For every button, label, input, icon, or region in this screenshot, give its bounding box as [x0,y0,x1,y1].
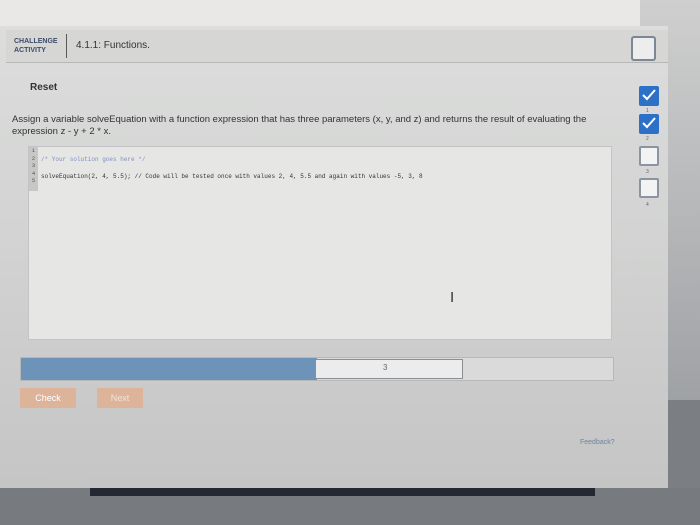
activity-title: 4.1.1: Functions. [76,40,150,51]
challenge-badge: CHALLENGE ACTIVITY [14,34,66,61]
step-summary-icon [631,36,656,61]
step-empty-icon[interactable] [639,178,659,198]
prompt-text: Assign a variable solveEquation with a f… [12,114,587,137]
text-cursor-icon: I [450,289,455,306]
code-editor[interactable]: 1 2 3 4 5 /* Your solution goes here */ … [28,146,612,340]
code-line-comment: /* Your solution goes here */ [41,156,146,163]
badge-line1: CHALLENGE [14,38,58,45]
step-number: 3 [646,169,649,175]
progress-bar: 3 [20,357,614,381]
code-line-call: solveEquation(2, 4, 5.5); // Code will b… [41,173,423,180]
bottom-taskbar [90,488,595,496]
top-window-bar [0,0,700,27]
line-number: 3 [31,162,36,169]
progress-label: 3 [383,363,388,372]
header-divider [66,34,67,58]
step-number: 4 [646,202,649,208]
challenge-header: CHALLENGE ACTIVITY 4.1.1: Functions. [6,30,668,63]
line-number: 5 [31,177,36,184]
line-number: 4 [31,169,36,177]
line-number: 1 [31,147,36,154]
step-complete-icon[interactable] [639,86,659,106]
progress-fill [21,358,317,380]
progress-box [315,359,463,379]
challenge-panel: CHALLENGE ACTIVITY 4.1.1: Functions. Res… [0,26,668,488]
step-number: 2 [646,136,649,142]
line-number: 2 [31,154,36,162]
line-gutter: 1 2 3 4 5 [29,147,38,191]
step-empty-icon[interactable] [639,146,659,166]
next-button[interactable]: Next [97,388,143,408]
reset-button[interactable]: Reset [30,82,57,93]
badge-line2: ACTIVITY [14,47,46,54]
footer-text: Exploring [50,474,92,485]
step-complete-icon[interactable] [639,114,659,134]
feedback-link[interactable]: Feedback? [580,439,615,446]
check-button[interactable]: Check [20,388,76,408]
